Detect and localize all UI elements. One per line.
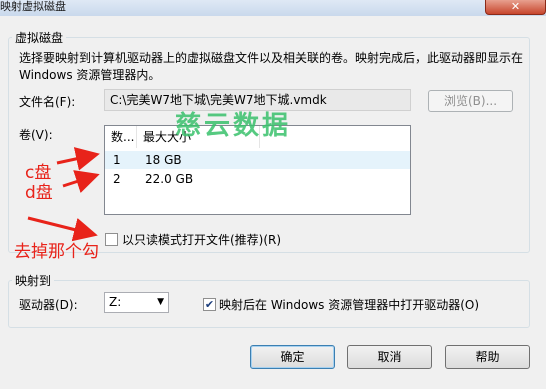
annotation-arrows (27, 147, 100, 242)
annotation-arrow (27, 216, 98, 242)
annotation-d-drive: d盘 (25, 183, 53, 203)
annotation-arrow (62, 170, 100, 193)
annotation-uncheck-note: 去掉那个勾 (14, 242, 99, 262)
annotation-arrow (56, 147, 100, 171)
